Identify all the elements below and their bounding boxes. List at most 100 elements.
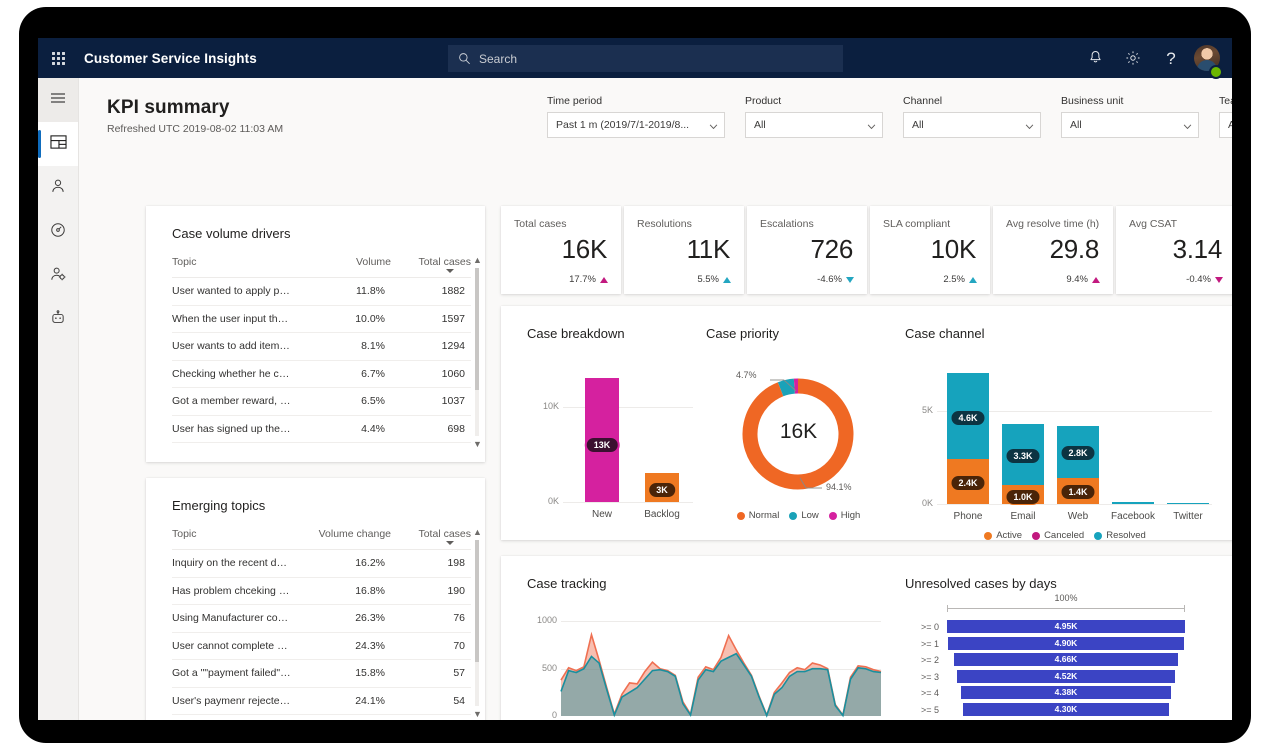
kpi-label: Avg resolve time (h) [1006, 218, 1099, 230]
cell-topic: When the user input the c... [172, 313, 297, 325]
chart-legend: Active Canceled Resolved [905, 530, 1225, 541]
filter-business-unit: Business unit All [1061, 95, 1199, 138]
app-launcher-icon[interactable] [38, 38, 78, 78]
column-header-total-cases-label: Total cases [418, 256, 471, 268]
table-row[interactable]: User's paymenr rejected d...24.1%54 [172, 688, 471, 716]
column-header-volume-change[interactable]: Volume change [303, 528, 391, 540]
bar-facebook-resolved[interactable] [1112, 502, 1154, 504]
kpi-card-sla-compliant[interactable]: SLA compliant10K2.5% [870, 206, 990, 294]
table-row[interactable]: Got a member reward, an...6.5%1037 [172, 388, 471, 416]
legend-color-dot [1032, 532, 1040, 540]
column-header-total-cases[interactable]: Total cases [391, 528, 471, 540]
table-row[interactable]: Has problem chceking exp...16.8%190 [172, 578, 471, 606]
cell-topic: User's paymenr rejected d... [172, 695, 297, 707]
cell-topic: Using Manufacturer coup... [172, 612, 297, 624]
cell-volume: 16.8% [297, 585, 385, 597]
chart-title: Case breakdown [527, 326, 625, 341]
scroll-up-icon[interactable]: ▲ [473, 528, 482, 536]
table-row[interactable]: Inquiry on the recent deal...16.2%198 [172, 550, 471, 578]
legend-color-dot [1094, 532, 1102, 540]
filter-value: All [1070, 119, 1082, 131]
funnel-bar[interactable]: 4.38K [961, 686, 1172, 699]
legend-item-canceled[interactable]: Canceled [1032, 530, 1084, 541]
legend-item-resolved[interactable]: Resolved [1094, 530, 1146, 541]
legend-item-normal[interactable]: Normal [737, 510, 780, 521]
app-header: Customer Service Insights ? [38, 38, 1232, 78]
sidebar-item-virtual-agent[interactable] [38, 298, 78, 342]
table-row[interactable]: Checking whether he can r...6.7%1060 [172, 361, 471, 389]
header-actions: ? [1076, 38, 1228, 78]
column-header-topic[interactable]: Topic [172, 256, 303, 268]
scroll-down-icon[interactable]: ▼ [473, 710, 482, 718]
funnel-row-label: >= 3 [905, 672, 939, 682]
legend-color-dot [737, 512, 745, 520]
chart-title: Case channel [905, 326, 985, 341]
table-row[interactable]: Using Manufacturer coup...26.3%76 [172, 605, 471, 633]
bar-value-label: 4.6K [950, 410, 985, 426]
sidebar-item-dashboard[interactable] [38, 122, 78, 166]
funnel-bar[interactable]: 4.52K [957, 670, 1174, 683]
donut-svg [706, 306, 891, 506]
filter-dropdown[interactable]: All [745, 112, 883, 138]
case-priority-chart: Case priority 16K4.7%94.1%NormalLowHigh [706, 306, 891, 540]
area-resolved [561, 654, 881, 716]
gridline [563, 502, 693, 503]
filter-dropdown[interactable]: All [903, 112, 1041, 138]
funnel-bar[interactable]: 4.30K [963, 703, 1170, 716]
filter-dropdown[interactable]: All [1061, 112, 1199, 138]
cell-topic: User wants to add items t... [172, 340, 297, 352]
table-scrollbar[interactable]: ▲ ▼ [472, 256, 482, 448]
search-input[interactable] [479, 45, 843, 72]
table-row[interactable]: Got a ""payment failed"" ...15.8%57 [172, 660, 471, 688]
scroll-up-icon[interactable]: ▲ [473, 256, 482, 264]
kpi-value: 10K [870, 234, 976, 265]
sidebar-item-menu-toggle[interactable] [38, 78, 78, 122]
gear-icon[interactable] [1114, 38, 1152, 78]
table-row[interactable]: When the user input the c...10.0%1597 [172, 306, 471, 334]
filter-label: Business unit [1061, 95, 1199, 107]
kpi-card-total-cases[interactable]: Total cases16K17.7% [501, 206, 621, 294]
scroll-down-icon[interactable]: ▼ [473, 440, 482, 448]
funnel-bar[interactable]: 4.66K [954, 653, 1178, 666]
table-row[interactable]: User has signed up the ne...4.4%698 [172, 416, 471, 444]
sidebar-item-insights[interactable] [38, 210, 78, 254]
sidebar-item-agents[interactable] [38, 166, 78, 210]
trend-up-icon [600, 277, 608, 283]
kpi-card-resolutions[interactable]: Resolutions11K5.5% [624, 206, 744, 294]
kpi-delta: 9.4% [1066, 274, 1100, 285]
table-scrollbar[interactable]: ▲ ▼ [472, 528, 482, 718]
x-axis-tick: Backlog [635, 509, 689, 520]
kpi-card-avg-csat[interactable]: Avg CSAT3.14-0.4% [1116, 206, 1232, 294]
table-header: Topic Volume change Total cases [172, 528, 471, 550]
column-header-total-cases[interactable]: Total cases [391, 256, 471, 268]
table-row[interactable]: User wants to add items t...8.1%1294 [172, 333, 471, 361]
filter-value: All [912, 119, 924, 131]
column-header-topic[interactable]: Topic [172, 528, 303, 540]
filter-label: Channel [903, 95, 1041, 107]
filter-dropdown[interactable]: Past 1 m (2019/7/1-2019/8... [547, 112, 725, 138]
column-header-volume[interactable]: Volume [303, 256, 391, 268]
legend-item-low[interactable]: Low [789, 510, 818, 521]
kpi-card-avg-resolve-time-h[interactable]: Avg resolve time (h)29.89.4% [993, 206, 1113, 294]
search-box[interactable] [448, 45, 843, 72]
bar-twitter-resolved[interactable] [1167, 503, 1209, 504]
scroll-thumb[interactable] [475, 540, 479, 662]
legend-label: Active [996, 530, 1022, 541]
funnel-bar[interactable]: 4.90K [948, 637, 1184, 650]
filter-dropdown[interactable]: All [1219, 112, 1232, 138]
kpi-card-escalations[interactable]: Escalations726-4.6% [747, 206, 867, 294]
kpi-value: 11K [624, 234, 730, 265]
legend-item-active[interactable]: Active [984, 530, 1022, 541]
question-mark-icon[interactable]: ? [1152, 38, 1190, 78]
bell-icon[interactable] [1076, 38, 1114, 78]
app-title: Customer Service Insights [84, 51, 257, 66]
app-screen: Customer Service Insights ? [38, 38, 1232, 720]
table-row[interactable]: User cannot complete a p...24.3%70 [172, 633, 471, 661]
legend-item-high[interactable]: High [829, 510, 861, 521]
table-row[interactable]: User wanted to apply pro...11.8%1882 [172, 278, 471, 306]
sidebar-item-customers[interactable] [38, 254, 78, 298]
filter-label: Time period [547, 95, 725, 107]
funnel-bar[interactable]: 4.95K [947, 620, 1185, 633]
scroll-thumb[interactable] [475, 268, 479, 390]
funnel-row-label: >= 4 [905, 688, 939, 698]
